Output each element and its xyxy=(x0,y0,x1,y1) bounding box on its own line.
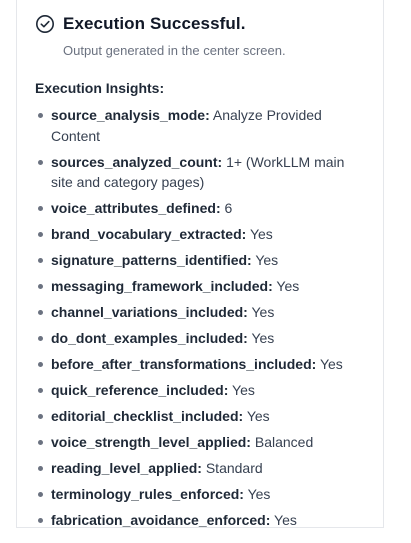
bullet-icon xyxy=(38,440,43,445)
insight-value: 6 xyxy=(224,200,233,216)
insight-value: Yes xyxy=(247,486,271,502)
insight-key: voice_strength_level_applied: xyxy=(51,434,251,450)
insight-key: quick_reference_included: xyxy=(51,382,229,398)
list-item: source_analysis_mode: Analyze Provided C… xyxy=(35,105,365,146)
bullet-icon xyxy=(38,159,43,165)
execution-result-panel: Execution Successful. Output generated i… xyxy=(16,0,384,528)
insight-value: Yes xyxy=(251,304,275,320)
insight-key: do_dont_examples_included: xyxy=(51,330,248,346)
bullet-icon xyxy=(38,258,43,263)
list-item: quick_reference_included: Yes xyxy=(35,380,365,401)
bullet-icon xyxy=(38,113,43,118)
insight-value: Yes xyxy=(255,252,279,268)
list-item: channel_variations_included: Yes xyxy=(35,302,365,323)
list-item: before_after_transformations_included: Y… xyxy=(35,354,365,375)
list-item: sources_analyzed_count: 1+ (WorkLLM main… xyxy=(35,152,365,193)
insight-key: source_analysis_mode: xyxy=(51,107,210,123)
list-item: signature_patterns_identified: Yes xyxy=(35,250,365,271)
bullet-icon xyxy=(38,284,43,289)
bullet-icon xyxy=(38,518,43,523)
insight-key: messaging_framework_included: xyxy=(51,278,273,294)
insight-key: fabrication_avoidance_enforced: xyxy=(51,512,271,528)
insight-key: brand_vocabulary_extracted: xyxy=(51,226,247,242)
list-item: voice_strength_level_applied: Balanced xyxy=(35,432,365,453)
insight-value: Yes xyxy=(249,226,273,242)
bullet-icon xyxy=(38,388,43,393)
status-header: Execution Successful. xyxy=(35,14,246,34)
insight-value: Yes xyxy=(246,408,270,424)
insight-value: Standard xyxy=(205,460,263,476)
insight-key: voice_attributes_defined: xyxy=(51,200,221,216)
insights-list: source_analysis_mode: Analyze Provided C… xyxy=(35,105,365,536)
insight-value: Yes xyxy=(232,382,255,398)
list-item: editorial_checklist_included: Yes xyxy=(35,406,365,427)
list-item: voice_attributes_defined: 6 xyxy=(35,198,365,219)
list-item: reading_level_applied: Standard xyxy=(35,458,365,479)
insight-value: Yes xyxy=(276,278,300,294)
status-subtitle: Output generated in the center screen. xyxy=(63,43,286,58)
bullet-icon xyxy=(38,414,43,419)
insight-value: Yes xyxy=(251,330,275,346)
insights-heading: Execution Insights: xyxy=(35,80,165,96)
bullet-icon xyxy=(38,362,43,367)
insight-key: before_after_transformations_included: xyxy=(51,356,317,372)
list-item: messaging_framework_included: Yes xyxy=(35,276,365,297)
list-item: fabrication_avoidance_enforced: Yes xyxy=(35,510,365,531)
bullet-icon xyxy=(38,492,43,497)
insight-key: terminology_rules_enforced: xyxy=(51,486,244,502)
insight-key: editorial_checklist_included: xyxy=(51,408,244,424)
insight-value: Yes xyxy=(274,512,297,528)
list-item: terminology_rules_enforced: Yes xyxy=(35,484,365,505)
status-title: Execution Successful. xyxy=(63,14,246,33)
insight-value: Yes xyxy=(319,356,343,372)
insight-key: signature_patterns_identified: xyxy=(51,252,252,268)
check-circle-icon xyxy=(35,14,55,34)
list-item: brand_vocabulary_extracted: Yes xyxy=(35,224,365,245)
insight-key: channel_variations_included: xyxy=(51,304,248,320)
bullet-icon xyxy=(38,310,43,315)
bullet-icon xyxy=(38,232,43,237)
bullet-icon xyxy=(38,206,43,211)
bullet-icon xyxy=(38,466,43,471)
insight-value: Balanced xyxy=(254,434,314,450)
insight-key: reading_level_applied: xyxy=(51,460,202,476)
bullet-icon xyxy=(38,336,43,341)
insight-key: sources_analyzed_count: xyxy=(51,153,223,170)
list-item: do_dont_examples_included: Yes xyxy=(35,328,365,349)
